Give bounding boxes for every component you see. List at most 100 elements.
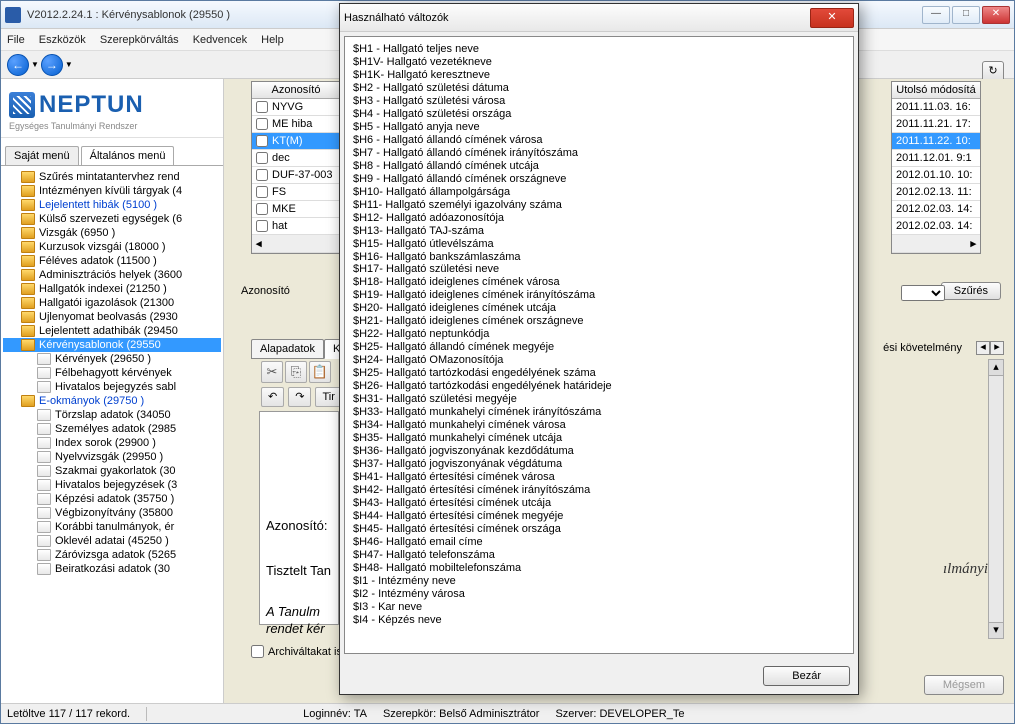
grid-row[interactable]: 2012.02.03. 14:: [892, 201, 980, 218]
tree-item[interactable]: Intézményen kívüli tárgyak (4: [3, 184, 221, 198]
tree-item[interactable]: Ujlenyomat beolvasás (2930: [3, 310, 221, 324]
undo-icon[interactable]: ↶: [261, 387, 284, 407]
variable-item[interactable]: $I1 - Intézmény neve: [353, 575, 845, 588]
cut-icon[interactable]: ✂: [261, 361, 283, 383]
tree-item[interactable]: Törzslap adatok (34050: [3, 408, 221, 422]
tree-item[interactable]: Végbizonyítvány (35800: [3, 506, 221, 520]
variable-item[interactable]: $H16- Hallgató bankszámlaszáma: [353, 251, 845, 264]
tree-item[interactable]: Féléves adatok (11500 ): [3, 254, 221, 268]
variable-item[interactable]: $I2 - Intézmény városa: [353, 588, 845, 601]
variable-item[interactable]: $H19- Hallgató ideiglenes címének irányí…: [353, 289, 845, 302]
variable-item[interactable]: $H20- Hallgató ideiglenes címének utcája: [353, 302, 845, 315]
variable-item[interactable]: $H1V- Hallgató vezetékneve: [353, 56, 845, 69]
variable-item[interactable]: $H43- Hallgató értesítési címének utcája: [353, 497, 845, 510]
dialog-close-button[interactable]: ✕: [810, 8, 854, 28]
variable-item[interactable]: $H12- Hallgató adóazonosítója: [353, 212, 845, 225]
tree-item[interactable]: Vizsgák (6950 ): [3, 226, 221, 240]
variable-item[interactable]: $H45- Hallgató értesítési címének ország…: [353, 523, 845, 536]
grid-row[interactable]: hat: [252, 218, 340, 235]
grid-row[interactable]: MKE: [252, 201, 340, 218]
grid-row[interactable]: 2011.12.01. 9:1: [892, 150, 980, 167]
tree-item[interactable]: Félbehagyott kérvények: [3, 366, 221, 380]
row-checkbox[interactable]: [256, 118, 268, 130]
variable-item[interactable]: $H6 - Hallgató állandó címének városa: [353, 134, 845, 147]
variable-item[interactable]: $H18- Hallgató ideiglenes címének városa: [353, 276, 845, 289]
tree-item[interactable]: Hivatalos bejegyzések (3: [3, 478, 221, 492]
row-checkbox[interactable]: [256, 220, 268, 232]
grid-row[interactable]: dec: [252, 150, 340, 167]
variable-item[interactable]: $H4 - Hallgató születési országa: [353, 108, 845, 121]
tree-item[interactable]: Adminisztrációs helyek (3600: [3, 268, 221, 282]
row-checkbox[interactable]: [256, 203, 268, 215]
variable-item[interactable]: $H21- Hallgató ideiglenes címének ország…: [353, 315, 845, 328]
variable-item[interactable]: $H8 - Hallgató állandó címének utcája: [353, 160, 845, 173]
variable-item[interactable]: $H22- Hallgató neptunkódja: [353, 328, 845, 341]
variable-item[interactable]: $H25- Hallgató állandó címének megyéje: [353, 341, 845, 354]
variable-item[interactable]: $H48- Hallgató mobiltelefonszáma: [353, 562, 845, 575]
grid-row[interactable]: 2012.01.10. 10:: [892, 167, 980, 184]
nav-tree[interactable]: Szűrés mintatantervhez rendIntézményen k…: [1, 166, 223, 705]
tree-item[interactable]: Külső szervezeti egységek (6: [3, 212, 221, 226]
minimize-button[interactable]: —: [922, 6, 950, 24]
variable-item[interactable]: $H41- Hallgató értesítési címének városa: [353, 471, 845, 484]
format-button[interactable]: Tir: [315, 387, 341, 407]
grid-header[interactable]: Azonosító: [252, 82, 340, 99]
tree-item[interactable]: Lejelentett hibák (5100 ): [3, 198, 221, 212]
archived-checkbox[interactable]: [251, 645, 264, 658]
grid-row[interactable]: FS: [252, 184, 340, 201]
variable-item[interactable]: $H15- Hallgató útlevélszáma: [353, 238, 845, 251]
tab-scroll-right-icon[interactable]: ▸: [990, 341, 1004, 355]
variable-item[interactable]: $H26- Hallgató tartózkodási engedélyének…: [353, 380, 845, 393]
tree-item[interactable]: Személyes adatok (2985: [3, 422, 221, 436]
preview-vscroll[interactable]: ▴ ▾: [988, 359, 1004, 639]
menu-fav[interactable]: Kedvencek: [193, 34, 247, 46]
variable-item[interactable]: $I3 - Kar neve: [353, 601, 845, 614]
variable-item[interactable]: $H10- Hallgató állampolgársága: [353, 186, 845, 199]
variable-item[interactable]: $H5 - Hallgató anyja neve: [353, 121, 845, 134]
row-checkbox[interactable]: [256, 186, 268, 198]
variable-item[interactable]: $H31- Hallgató születési megyéje: [353, 393, 845, 406]
tree-item[interactable]: Szakmai gyakorlatok (30: [3, 464, 221, 478]
variable-item[interactable]: $H25- Hallgató tartózkodási engedélyének…: [353, 367, 845, 380]
grid-header-date[interactable]: Utolsó módosítá: [892, 82, 980, 99]
variable-item[interactable]: $H1 - Hallgató teljes neve: [353, 43, 845, 56]
tree-item[interactable]: Képzési adatok (35750 ): [3, 492, 221, 506]
dialog-close-btn[interactable]: Bezár: [763, 666, 850, 686]
variable-item[interactable]: $H13- Hallgató TAJ-száma: [353, 225, 845, 238]
variable-item[interactable]: $H9 - Hallgató állandó címének országnev…: [353, 173, 845, 186]
redo-icon[interactable]: ↷: [288, 387, 311, 407]
filter-button[interactable]: Szűrés: [941, 282, 1001, 300]
variable-item[interactable]: $H34- Hallgató munkahelyi címének városa: [353, 419, 845, 432]
variable-item[interactable]: $H36- Hallgató jogviszonyának kezdődátum…: [353, 445, 845, 458]
row-checkbox[interactable]: [256, 152, 268, 164]
grid-row[interactable]: 2011.11.22. 10:: [892, 133, 980, 150]
menu-tools[interactable]: Eszközök: [39, 34, 86, 46]
paste-icon[interactable]: 📋: [309, 361, 331, 383]
grid-row[interactable]: 2011.11.03. 16:: [892, 99, 980, 116]
grid-nav-left[interactable]: ◂: [252, 235, 340, 253]
menu-help[interactable]: Help: [261, 34, 284, 46]
tree-item[interactable]: Kérvények (29650 ): [3, 352, 221, 366]
tree-item[interactable]: Nyelvvizsgák (29950 ): [3, 450, 221, 464]
variable-item[interactable]: $H47- Hallgató telefonszáma: [353, 549, 845, 562]
tree-item[interactable]: Beiratkozási adatok (30: [3, 562, 221, 576]
tree-item[interactable]: Index sorok (29900 ): [3, 436, 221, 450]
tree-item[interactable]: Kérvénysablonok (29550: [3, 338, 221, 352]
variable-item[interactable]: $I4 - Képzés neve: [353, 614, 845, 627]
filter-select[interactable]: [901, 285, 945, 301]
variable-item[interactable]: $H1K- Hallgató keresztneve: [353, 69, 845, 82]
grid-row[interactable]: ME hiba: [252, 116, 340, 133]
tab-alapadatok[interactable]: Alapadatok: [251, 339, 324, 359]
grid-nav-right[interactable]: ▸: [892, 235, 980, 253]
variable-item[interactable]: $H17- Hallgató születési neve: [353, 263, 845, 276]
variables-list[interactable]: $H1 - Hallgató teljes neve$H1V- Hallgató…: [344, 36, 854, 654]
tab-kovetelmeny[interactable]: ési követelmény: [877, 339, 968, 357]
variable-item[interactable]: $H35- Hallgató munkahelyi címének utcája: [353, 432, 845, 445]
tab-general-menu[interactable]: Általános menü: [81, 146, 175, 165]
tab-scroll-left-icon[interactable]: ◂: [976, 341, 990, 355]
close-button[interactable]: ✕: [982, 6, 1010, 24]
tree-item[interactable]: Szűrés mintatantervhez rend: [3, 170, 221, 184]
tree-item[interactable]: E-okmányok (29750 ): [3, 394, 221, 408]
variable-item[interactable]: $H46- Hallgató email címe: [353, 536, 845, 549]
grid-row[interactable]: DUF-37-003: [252, 167, 340, 184]
